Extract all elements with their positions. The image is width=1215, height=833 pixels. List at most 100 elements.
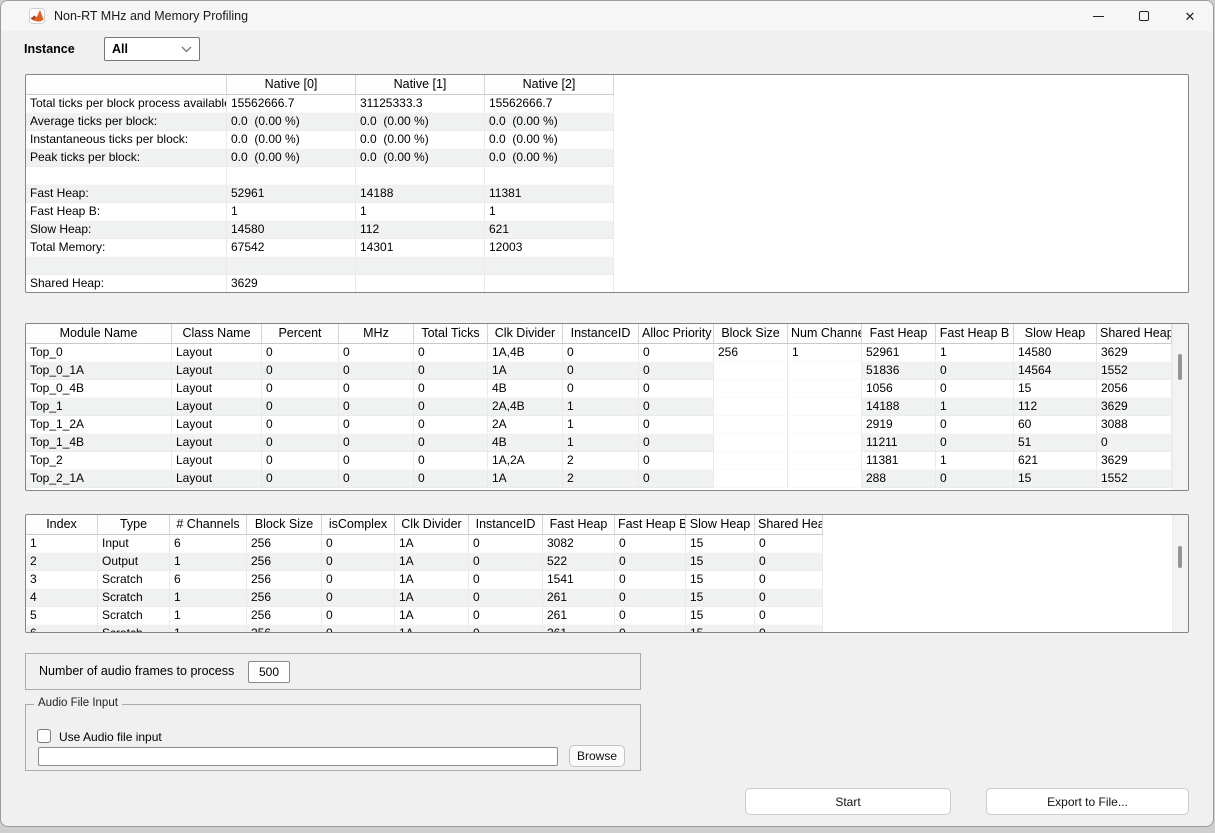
table-cell[interactable]: 0: [755, 625, 823, 633]
table-cell[interactable]: [485, 167, 614, 185]
table-cell[interactable]: 67542: [227, 239, 356, 257]
table-cell[interactable]: 15: [686, 625, 755, 633]
table-cell[interactable]: 1A: [395, 535, 469, 553]
table-cell[interactable]: [788, 398, 862, 416]
table-cell[interactable]: 2: [563, 452, 639, 470]
table-cell[interactable]: 0: [639, 452, 714, 470]
table-cell[interactable]: Instantaneous ticks per block:: [26, 131, 227, 149]
table-cell[interactable]: 1: [936, 452, 1014, 470]
scrollbar-track[interactable]: [1172, 324, 1188, 490]
table-cell[interactable]: Total Memory:: [26, 239, 227, 257]
table-cell[interactable]: 256: [714, 344, 788, 362]
table-cell[interactable]: 1: [788, 344, 862, 362]
table-cell[interactable]: 1A,2A: [488, 452, 563, 470]
table-cell[interactable]: 1541: [543, 571, 615, 589]
browse-button[interactable]: Browse: [569, 745, 625, 767]
table-cell[interactable]: 15562666.7: [485, 95, 614, 113]
table-cell[interactable]: Shared Heap:: [26, 275, 227, 293]
table-cell[interactable]: [227, 167, 356, 185]
table-cell[interactable]: 0: [469, 607, 543, 625]
table-cell[interactable]: Layout: [172, 452, 262, 470]
table-cell[interactable]: 621: [1014, 452, 1097, 470]
table-cell[interactable]: 0: [936, 416, 1014, 434]
table-cell[interactable]: [714, 452, 788, 470]
vertical-scrollbar[interactable]: [1178, 354, 1182, 380]
vertical-scrollbar[interactable]: [1178, 546, 1182, 568]
table-cell[interactable]: 0: [414, 380, 488, 398]
table-cell[interactable]: 0: [262, 398, 339, 416]
table-cell[interactable]: 5: [26, 607, 98, 625]
table-cell[interactable]: 15: [686, 589, 755, 607]
table-cell[interactable]: 1: [485, 203, 614, 221]
table-cell[interactable]: 0: [414, 362, 488, 380]
instance-dropdown[interactable]: All: [104, 37, 200, 61]
minimize-button[interactable]: [1075, 1, 1121, 31]
table-cell[interactable]: Layout: [172, 434, 262, 452]
table-cell[interactable]: 0: [339, 434, 414, 452]
table-cell[interactable]: 1: [936, 344, 1014, 362]
table-cell[interactable]: 0: [615, 607, 686, 625]
table-cell[interactable]: 0: [615, 553, 686, 571]
table-cell[interactable]: 256: [247, 607, 322, 625]
table-cell[interactable]: 14188: [862, 398, 936, 416]
table-cell[interactable]: 0: [339, 380, 414, 398]
table-cell[interactable]: Top_1: [26, 398, 172, 416]
table-cell[interactable]: Top_0: [26, 344, 172, 362]
table-cell[interactable]: [788, 470, 862, 488]
table-cell[interactable]: 1: [563, 398, 639, 416]
table-cell[interactable]: 2056: [1097, 380, 1172, 398]
table-cell[interactable]: 2A: [488, 416, 563, 434]
table-cell[interactable]: Top_0_4B: [26, 380, 172, 398]
table-cell[interactable]: [714, 398, 788, 416]
table-cell[interactable]: 0: [936, 362, 1014, 380]
table-cell[interactable]: 0: [414, 434, 488, 452]
table-cell[interactable]: 0: [339, 416, 414, 434]
table-cell[interactable]: 15: [686, 607, 755, 625]
table-cell[interactable]: Layout: [172, 416, 262, 434]
table-cell[interactable]: 0: [755, 553, 823, 571]
table-cell[interactable]: 0.0 (0.00 %): [356, 131, 485, 149]
table-cell[interactable]: 3629: [227, 275, 356, 293]
table-cell[interactable]: 0: [262, 362, 339, 380]
table-cell[interactable]: [788, 380, 862, 398]
table-cell[interactable]: 0: [639, 416, 714, 434]
table-cell[interactable]: [26, 167, 227, 185]
table-cell[interactable]: 0.0 (0.00 %): [485, 149, 614, 167]
table-cell[interactable]: 112: [356, 221, 485, 239]
table-cell[interactable]: Scratch: [98, 589, 170, 607]
table-cell[interactable]: 1A: [395, 571, 469, 589]
table-cell[interactable]: 0: [322, 589, 395, 607]
table-cell[interactable]: [714, 470, 788, 488]
table-cell[interactable]: 261: [543, 607, 615, 625]
table-cell[interactable]: 1: [170, 589, 247, 607]
table-cell[interactable]: 0: [339, 470, 414, 488]
scrollbar-track[interactable]: [1172, 515, 1188, 632]
table-cell[interactable]: 11381: [485, 185, 614, 203]
table-cell[interactable]: 0: [322, 571, 395, 589]
table-cell[interactable]: Top_1_2A: [26, 416, 172, 434]
table-cell[interactable]: 0: [339, 344, 414, 362]
table-cell[interactable]: Input: [98, 535, 170, 553]
table-cell[interactable]: 1: [563, 416, 639, 434]
table-cell[interactable]: 621: [485, 221, 614, 239]
table-cell[interactable]: 0: [262, 344, 339, 362]
table-cell[interactable]: 15: [1014, 380, 1097, 398]
table-cell[interactable]: 0: [639, 434, 714, 452]
table-cell[interactable]: 3629: [1097, 452, 1172, 470]
table-cell[interactable]: [485, 257, 614, 275]
table-cell[interactable]: [788, 416, 862, 434]
table-cell[interactable]: 0: [469, 571, 543, 589]
audio-file-path-input[interactable]: [38, 747, 558, 766]
table-cell[interactable]: 0: [755, 607, 823, 625]
table-cell[interactable]: 15: [686, 553, 755, 571]
table-cell[interactable]: 0: [615, 625, 686, 633]
table-cell[interactable]: 11381: [862, 452, 936, 470]
table-cell[interactable]: 1A: [395, 607, 469, 625]
table-cell[interactable]: 0: [339, 398, 414, 416]
table-cell[interactable]: 1: [936, 398, 1014, 416]
table-cell[interactable]: 14564: [1014, 362, 1097, 380]
table-cell[interactable]: 14188: [356, 185, 485, 203]
table-cell[interactable]: 3088: [1097, 416, 1172, 434]
table-cell[interactable]: 256: [247, 571, 322, 589]
table-cell[interactable]: Top_2: [26, 452, 172, 470]
